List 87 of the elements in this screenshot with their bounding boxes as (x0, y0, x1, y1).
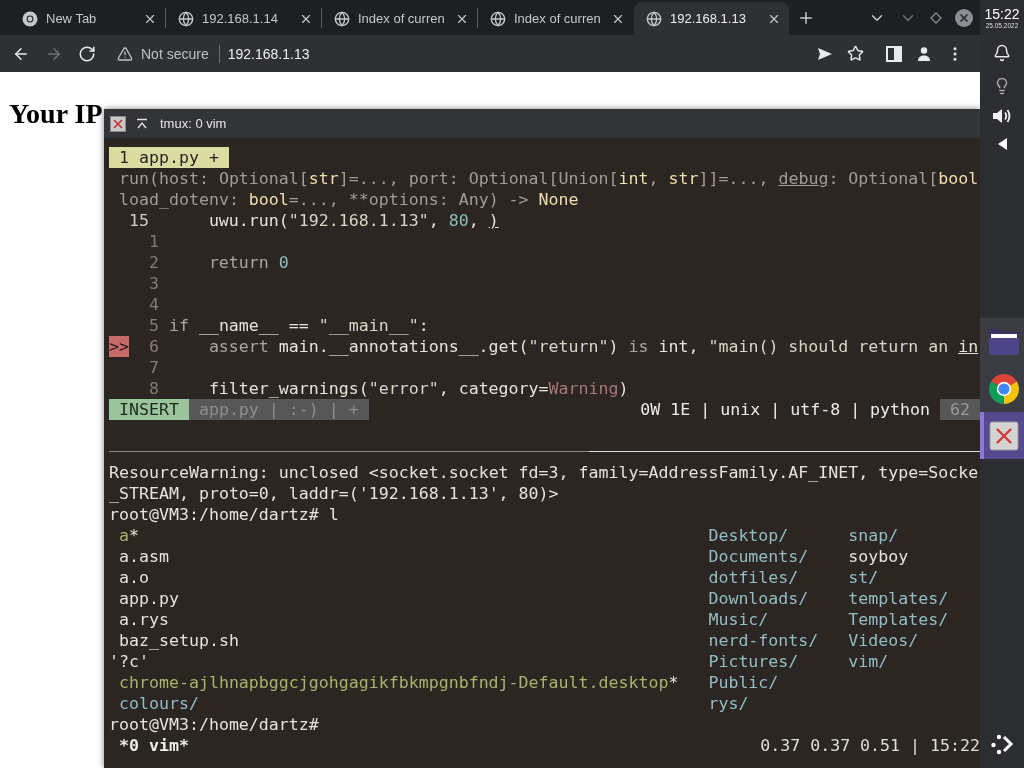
line-number: 15 (128, 211, 149, 230)
shell-prompt: root@VM3:/home/dartz# (109, 714, 319, 735)
dock-app[interactable] (980, 318, 1024, 365)
browser-tab[interactable]: New Tab (10, 2, 165, 35)
folder-name: Public/ (708, 672, 779, 693)
line-number: 8 (148, 379, 159, 398)
browser-tab[interactable]: 192.168.1.13 (634, 2, 789, 35)
folder-name: colours/ (119, 693, 199, 714)
folder-name: st/ (848, 567, 879, 588)
dots-arrow-icon[interactable] (990, 732, 1014, 756)
file-name: a* (119, 525, 139, 546)
line-number: 5 (148, 316, 159, 335)
file-name: a.rys (119, 609, 169, 630)
code-line: return 0 (208, 252, 289, 273)
error-sign: >> (109, 336, 129, 357)
line-number: 7 (148, 358, 159, 377)
file-name: baz_setup.sh (119, 630, 239, 651)
vim-tab[interactable]: 1 app.py + (109, 147, 229, 168)
globe-icon (646, 10, 662, 27)
dock-app[interactable] (980, 365, 1024, 412)
line-number: 4 (148, 295, 159, 314)
diamond-icon[interactable] (930, 11, 942, 24)
close-icon[interactable] (110, 115, 126, 132)
close-icon[interactable] (955, 8, 973, 27)
file-name: soyboy (848, 546, 909, 567)
url-field[interactable]: 192.168.1.13 (227, 45, 310, 62)
folder-name: Videos/ (848, 630, 919, 651)
signature-hint: run(host: Optional[str]=..., port: Optional[Union[int, str]]=..., debug: Optional[bool (119, 168, 979, 189)
browser-icon (988, 372, 1020, 405)
side-panel-icon[interactable] (886, 45, 902, 62)
file-name: app.py (119, 588, 179, 609)
browser-tab[interactable]: Index of curren (322, 2, 477, 35)
dock-app[interactable] (980, 412, 1024, 459)
file-name: a.asm (119, 546, 169, 567)
folder-name: snap/ (848, 525, 899, 546)
reload-icon[interactable] (78, 44, 96, 63)
position-indicator: 62 (940, 399, 980, 420)
terminal-output: root@VM3:/home/dartz# l (109, 504, 339, 525)
file-info: 0W 1E | unix | utf-8 | python (640, 399, 931, 420)
folder-name: rys/ (708, 693, 749, 714)
bell-icon[interactable] (993, 44, 1011, 62)
page-heading: Your IP (9, 98, 103, 130)
folder-name: templates/ (848, 588, 949, 609)
speaker-icon[interactable] (992, 107, 1012, 125)
folder-icon (988, 327, 1020, 356)
caret-up-icon[interactable] (136, 117, 148, 130)
clock-time: 15:22 (984, 5, 1020, 22)
mode-indicator: INSERT (109, 399, 189, 420)
warning-icon (117, 45, 133, 62)
window-title: tmux: 0 vim (160, 116, 227, 131)
code-line: uwu.run("192.168.1.13", 80, ) (208, 210, 499, 231)
caret-left-icon[interactable] (997, 138, 1007, 150)
tmux-window-status: *0 vim* (119, 735, 189, 756)
folder-name: Desktop/ (708, 525, 789, 546)
folder-name: Downloads/ (708, 588, 809, 609)
person-icon[interactable] (916, 45, 932, 62)
file-name: chrome-ajlhnapbggcjgohgagikfbkmpgnbfndj-Default.desktop* (119, 672, 679, 693)
security-chip[interactable]: Not secure (117, 45, 209, 62)
folder-name: Documents/ (708, 546, 809, 567)
folder-name: Templates/ (848, 609, 949, 630)
line-number: 1 (148, 232, 159, 251)
folder-name: nerd-fonts/ (708, 630, 819, 651)
globe-icon (178, 10, 194, 27)
browser-tab[interactable]: Index of curren (478, 2, 633, 35)
folder-name: vim/ (848, 651, 889, 672)
signature-hint: load_dotenv: bool=..., **options: Any) -> None (119, 189, 579, 210)
line-number: 2 (148, 253, 159, 272)
tmux-status-info: 0.37 0.37 0.51 | 15:22 (760, 735, 980, 756)
folder-name: dotfiles/ (708, 567, 799, 588)
star-icon[interactable] (847, 45, 864, 62)
line-number: 3 (148, 274, 159, 293)
globe-icon (490, 10, 506, 27)
terminal-output: _STREAM, proto=0, laddr=('192.168.1.13', 80)> (109, 483, 559, 504)
folder-name: Music/ (708, 609, 769, 630)
code-line: filter_warnings("error", category=Warning) (208, 378, 629, 399)
code-line: assert main.__annotations__.get("return") is int, "main() should return an in (208, 336, 979, 357)
file-name: a.o (119, 567, 149, 588)
send-icon[interactable] (817, 45, 833, 62)
file-name: '?c' (109, 651, 149, 672)
terminal-output: ResourceWarning: unclosed <socket.socket fd=3, family=AddressFamily.AF_INET, type=Socke (109, 462, 979, 483)
browser-tab[interactable]: 192.168.1.14 (166, 2, 321, 35)
browser-icon (22, 10, 38, 27)
folder-name: Pictures/ (708, 651, 799, 672)
code-line: if __name__ == "__main__": (168, 315, 429, 336)
line-number: 6 (148, 337, 159, 356)
cross-icon (989, 420, 1019, 451)
globe-icon (334, 10, 350, 27)
